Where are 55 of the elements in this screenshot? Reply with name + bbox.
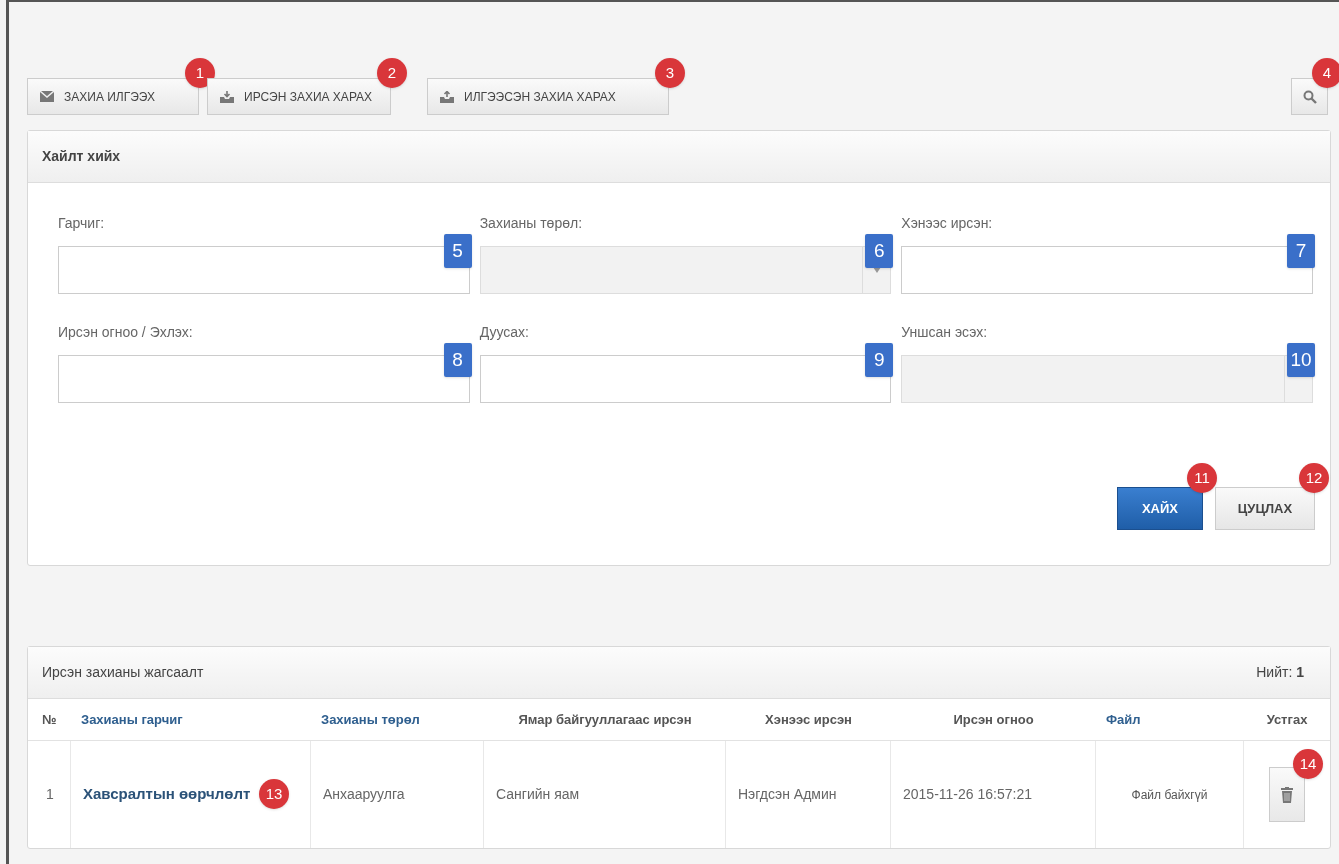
- input-field[interactable]: [479, 355, 892, 403]
- callout-marker: 11: [1187, 463, 1217, 493]
- callout-marker: 3: [655, 58, 685, 88]
- column-header: Ирсэн огноо: [952, 710, 1035, 729]
- callout-marker: 13: [259, 779, 289, 809]
- toolbar-button[interactable]: ИЛГЭЭСЭН ЗАХИА ХАРАХ: [427, 78, 669, 115]
- search-icon: [1302, 89, 1317, 104]
- search-button[interactable]: [1291, 78, 1328, 115]
- callout-marker: 9: [865, 343, 894, 377]
- dropdown-field[interactable]: [901, 355, 1313, 403]
- table-cell-text: 2015-11-26 16:57:21: [903, 785, 1032, 804]
- callout-marker: 7: [1287, 234, 1315, 268]
- sortable-column-header[interactable]: Захианы гарчиг: [71, 709, 311, 730]
- table-cell-text: 1: [46, 785, 54, 804]
- field-label: Ирсэн огноо / Эхлэх:: [58, 323, 194, 342]
- table-cell-text: Анхааруулга: [323, 785, 405, 804]
- toolbar-button[interactable]: ИРСЭН ЗАХИА ХАРАХ: [207, 78, 391, 115]
- dropdown-field[interactable]: [479, 246, 892, 294]
- field-label: Гарчиг:: [58, 214, 106, 233]
- trash-icon: [1281, 786, 1293, 803]
- input-field[interactable]: [901, 246, 1313, 294]
- table-cell-text: Нэгдсэн Админ: [738, 785, 837, 804]
- sortable-column-header[interactable]: Захианы төрөл: [311, 709, 484, 730]
- cancel-button[interactable]: ЦУЦЛАХ: [1215, 487, 1315, 530]
- search-submit-button[interactable]: ХАЙХ: [1117, 487, 1203, 530]
- sortable-column-header[interactable]: Файл: [1096, 709, 1244, 730]
- table-cell-text: Файл байхгүй: [1131, 786, 1208, 804]
- panel-title: Ирсэн захианы жагсаалт: [42, 663, 204, 682]
- field-label: Уншсан эсэх:: [901, 323, 989, 342]
- callout-marker: 6: [865, 234, 894, 268]
- message-title-link[interactable]: Хавсралтын өөрчлөлт: [83, 783, 251, 806]
- input-field[interactable]: [58, 246, 470, 294]
- panel-title: Хайлт хийх: [42, 147, 121, 166]
- envelope-icon: [40, 91, 54, 102]
- input-field[interactable]: [58, 355, 470, 403]
- field-label: Захианы төрөл:: [479, 214, 584, 233]
- field-label: Хэнээс ирсэн:: [901, 214, 994, 233]
- callout-marker: 4: [1312, 58, 1339, 88]
- callout-marker: 14: [1293, 749, 1323, 779]
- tray-icon: [440, 90, 454, 103]
- callout-marker: 10: [1287, 343, 1315, 377]
- callout-marker: 8: [443, 343, 472, 377]
- field-label: Дуусах:: [479, 323, 530, 342]
- tray-icon: [220, 90, 234, 103]
- column-header: Хэнээс ирсэн: [764, 710, 853, 729]
- toolbar-button[interactable]: ЗАХИА ИЛГЭЭХ: [27, 78, 199, 115]
- column-header: Устгах: [1265, 710, 1309, 729]
- callout-marker: 12: [1299, 463, 1329, 493]
- callout-marker: 2: [377, 58, 407, 88]
- callout-marker: 5: [443, 234, 472, 268]
- total-count: Нийт: 1: [1256, 663, 1304, 682]
- column-header: №: [41, 710, 58, 729]
- table-cell-text: Сангийн яам: [496, 785, 580, 804]
- delete-button[interactable]: [1269, 767, 1305, 822]
- column-header: Ямар байгууллагаас ирсэн: [517, 710, 693, 729]
